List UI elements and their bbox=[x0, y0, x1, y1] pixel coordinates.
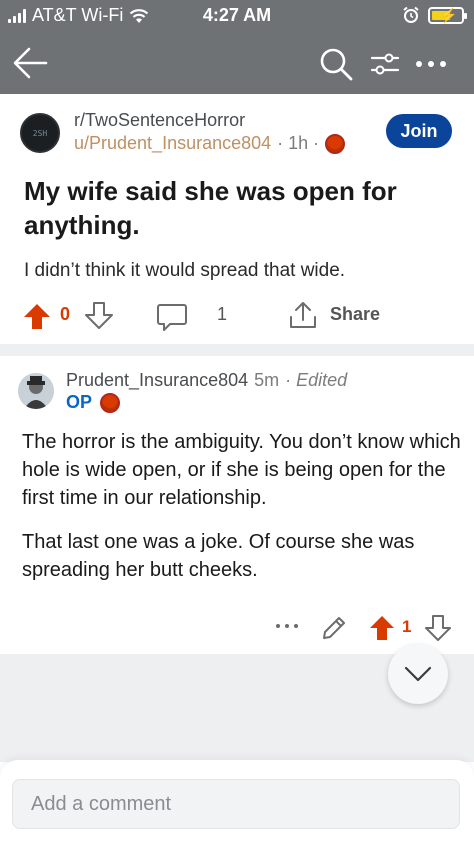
post-author-line: u/Prudent_Insurance804 · 1h · bbox=[74, 133, 346, 154]
post-title: My wife said she was open for anything. bbox=[24, 176, 397, 240]
comment-author[interactable]: Prudent_Insurance804 bbox=[66, 370, 248, 391]
award-icon bbox=[325, 133, 346, 154]
comment-paragraph: The horror is the ambiguity. You don’t k… bbox=[22, 431, 461, 509]
post-time: · 1h · bbox=[277, 133, 320, 153]
status-bar: AT&T Wi-Fi 4:27 AM ⚡ bbox=[0, 0, 474, 32]
scroll-down-button[interactable] bbox=[388, 644, 448, 704]
comment-edited-label: · Edited bbox=[285, 370, 348, 390]
comment-time: 5m bbox=[254, 370, 280, 390]
downvote-icon[interactable] bbox=[84, 302, 114, 330]
comment-author-line: Prudent_Insurance804 5m · Edited bbox=[66, 370, 347, 391]
post-comment-count: 1 bbox=[217, 304, 228, 324]
comment-author-avatar[interactable] bbox=[18, 373, 54, 409]
award-icon bbox=[100, 392, 121, 413]
op-line: OP bbox=[66, 392, 121, 413]
search-icon[interactable] bbox=[318, 46, 354, 82]
back-arrow-icon[interactable] bbox=[12, 46, 48, 80]
section-divider bbox=[0, 344, 474, 356]
join-button[interactable]: Join bbox=[386, 114, 452, 148]
post-body: I didn’t think it would spread that wide… bbox=[24, 260, 346, 281]
filter-icon[interactable] bbox=[370, 50, 400, 78]
subreddit-name[interactable]: r/TwoSentenceHorror bbox=[74, 110, 245, 131]
comment-vote-count: 1 bbox=[402, 617, 412, 636]
comment-more-icon[interactable] bbox=[274, 616, 300, 636]
comment-paragraph: That last one was a joke. Of course she … bbox=[22, 531, 415, 581]
avatar-icon bbox=[18, 373, 54, 409]
share-icon[interactable] bbox=[288, 300, 318, 330]
comment-upvote-icon[interactable] bbox=[368, 614, 396, 642]
upvote-icon[interactable] bbox=[22, 302, 52, 330]
top-nav-bar bbox=[0, 32, 474, 94]
post-vote-count: 0 bbox=[60, 304, 71, 324]
comment-downvote-icon[interactable] bbox=[424, 614, 452, 642]
subreddit-avatar[interactable]: 2SH bbox=[20, 113, 60, 153]
chevron-down-icon bbox=[404, 666, 432, 682]
more-icon[interactable] bbox=[414, 54, 448, 74]
share-button[interactable]: Share bbox=[330, 304, 380, 325]
op-badge: OP bbox=[66, 392, 93, 412]
alarm-icon bbox=[403, 6, 419, 23]
battery-charging-icon: ⚡ bbox=[428, 6, 467, 24]
comment-body: The horror is the ambiguity. You don’t k… bbox=[22, 428, 462, 600]
status-right: ⚡ bbox=[402, 6, 467, 24]
edit-pencil-icon[interactable] bbox=[320, 614, 348, 642]
post-author[interactable]: u/Prudent_Insurance804 bbox=[74, 133, 271, 154]
add-comment-input[interactable] bbox=[12, 779, 460, 829]
comment-icon[interactable] bbox=[156, 302, 188, 332]
